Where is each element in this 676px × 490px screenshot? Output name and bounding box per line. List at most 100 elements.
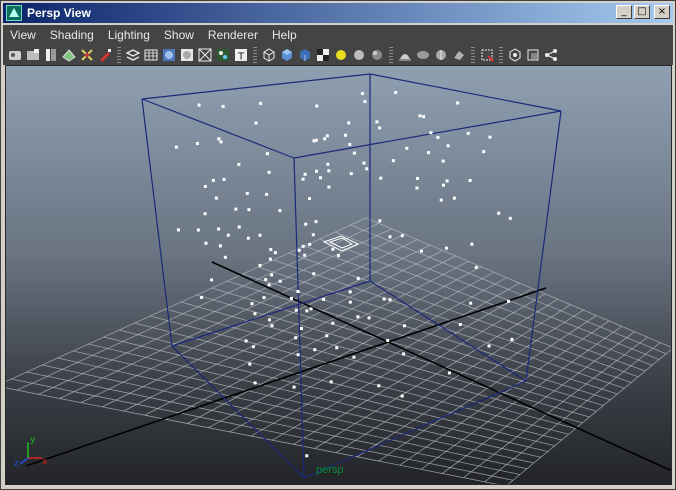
grid-line bbox=[304, 245, 646, 372]
particle bbox=[270, 273, 274, 277]
particle bbox=[445, 179, 449, 183]
image-plane-icon[interactable] bbox=[61, 47, 77, 63]
particle bbox=[267, 283, 271, 287]
particle bbox=[352, 151, 356, 155]
menu-show[interactable]: Show bbox=[157, 28, 201, 42]
grid-icon[interactable] bbox=[143, 47, 159, 63]
particle bbox=[314, 220, 318, 224]
emitter-bounding-box-edge bbox=[369, 280, 527, 382]
particle bbox=[482, 150, 486, 154]
particle bbox=[262, 296, 266, 300]
text-resolution-icon[interactable]: T bbox=[233, 47, 249, 63]
select-camera-icon[interactable] bbox=[7, 47, 23, 63]
grease-pencil-icon[interactable] bbox=[97, 47, 113, 63]
particle bbox=[226, 233, 230, 237]
particle bbox=[259, 101, 263, 105]
axis-z-label: z bbox=[14, 459, 19, 469]
emitter-bounding-box-edge bbox=[171, 280, 371, 347]
particle bbox=[394, 91, 398, 95]
particle bbox=[405, 146, 409, 150]
close-button[interactable]: × bbox=[654, 5, 670, 19]
particle bbox=[314, 169, 318, 173]
3d-viewport[interactable]: x y z persp bbox=[5, 65, 672, 485]
viewport-scene[interactable]: x y z bbox=[6, 66, 672, 485]
particle bbox=[416, 176, 420, 180]
emitter-bounding-box-edge bbox=[141, 98, 173, 347]
particle bbox=[469, 301, 473, 305]
particle bbox=[456, 101, 460, 105]
particle bbox=[296, 290, 300, 294]
menu-renderer[interactable]: Renderer bbox=[201, 28, 265, 42]
particle bbox=[335, 346, 339, 350]
isolate-select-icon[interactable] bbox=[479, 47, 495, 63]
particle bbox=[386, 338, 390, 342]
hud-icon[interactable] bbox=[543, 47, 559, 63]
particle bbox=[248, 362, 252, 366]
particle bbox=[311, 233, 315, 237]
particle bbox=[441, 159, 445, 163]
particle bbox=[327, 169, 331, 173]
particle bbox=[388, 298, 392, 302]
maximize-button[interactable]: □ bbox=[634, 5, 650, 19]
use-default-light-icon[interactable] bbox=[333, 47, 349, 63]
all-lights-icon[interactable] bbox=[351, 47, 367, 63]
particle bbox=[327, 185, 331, 189]
emitter-bounding-box-edge bbox=[141, 98, 295, 159]
particle bbox=[203, 212, 207, 216]
screen-space-ao-icon[interactable] bbox=[397, 47, 413, 63]
minimize-button[interactable]: _ bbox=[616, 5, 632, 19]
particle bbox=[378, 219, 382, 223]
textured-icon[interactable] bbox=[179, 47, 195, 63]
bookmarks-icon[interactable] bbox=[43, 47, 59, 63]
particle bbox=[237, 225, 241, 229]
axis-z-line bbox=[19, 457, 29, 465]
shaded-sphere-icon[interactable] bbox=[161, 47, 177, 63]
menu-lighting[interactable]: Lighting bbox=[101, 28, 157, 42]
particle bbox=[315, 104, 319, 108]
particle bbox=[508, 216, 512, 220]
xray-icon[interactable] bbox=[197, 47, 213, 63]
wireframe-on-shaded-icon[interactable] bbox=[125, 47, 141, 63]
particle bbox=[218, 244, 222, 248]
depth-of-field-icon[interactable] bbox=[451, 47, 467, 63]
particle bbox=[323, 137, 327, 141]
particle bbox=[278, 279, 282, 283]
maya-app-icon[interactable] bbox=[6, 5, 22, 21]
window-title: Persp View bbox=[27, 6, 91, 20]
wireframe-icon[interactable] bbox=[261, 47, 277, 63]
menu-shading[interactable]: Shading bbox=[43, 28, 101, 42]
particle bbox=[234, 207, 238, 211]
particle bbox=[292, 385, 296, 389]
motion-blur-icon[interactable] bbox=[415, 47, 431, 63]
isolate-icon[interactable] bbox=[215, 47, 231, 63]
particle bbox=[507, 299, 511, 303]
particle bbox=[253, 312, 257, 316]
particle bbox=[363, 100, 367, 104]
toolbar-separator bbox=[117, 47, 121, 63]
particle bbox=[176, 228, 180, 232]
particle bbox=[303, 172, 307, 176]
checker-texture-icon[interactable] bbox=[315, 47, 331, 63]
grid-line bbox=[442, 331, 635, 474]
menu-view[interactable]: View bbox=[3, 28, 43, 42]
camera-attributes-icon[interactable] bbox=[25, 47, 41, 63]
xray-joints-icon[interactable] bbox=[507, 47, 523, 63]
menu-help[interactable]: Help bbox=[265, 28, 304, 42]
particle bbox=[308, 242, 312, 246]
particle bbox=[382, 297, 386, 301]
flat-shade-icon[interactable] bbox=[297, 47, 313, 63]
particle bbox=[466, 131, 470, 135]
particle bbox=[217, 137, 221, 141]
multisample-icon[interactable] bbox=[433, 47, 449, 63]
shadows-icon[interactable] bbox=[369, 47, 385, 63]
particle bbox=[325, 334, 329, 338]
emitter-icon bbox=[322, 235, 360, 252]
two-d-pan-zoom-icon[interactable] bbox=[79, 47, 95, 63]
xray-active-icon[interactable] bbox=[525, 47, 541, 63]
panel-toolbar: T bbox=[3, 45, 673, 65]
particle bbox=[418, 114, 422, 118]
particle bbox=[420, 249, 424, 253]
title-bar[interactable]: Persp View _ □ × bbox=[3, 3, 673, 23]
particle bbox=[470, 242, 474, 246]
smooth-shade-all-icon[interactable] bbox=[279, 47, 295, 63]
